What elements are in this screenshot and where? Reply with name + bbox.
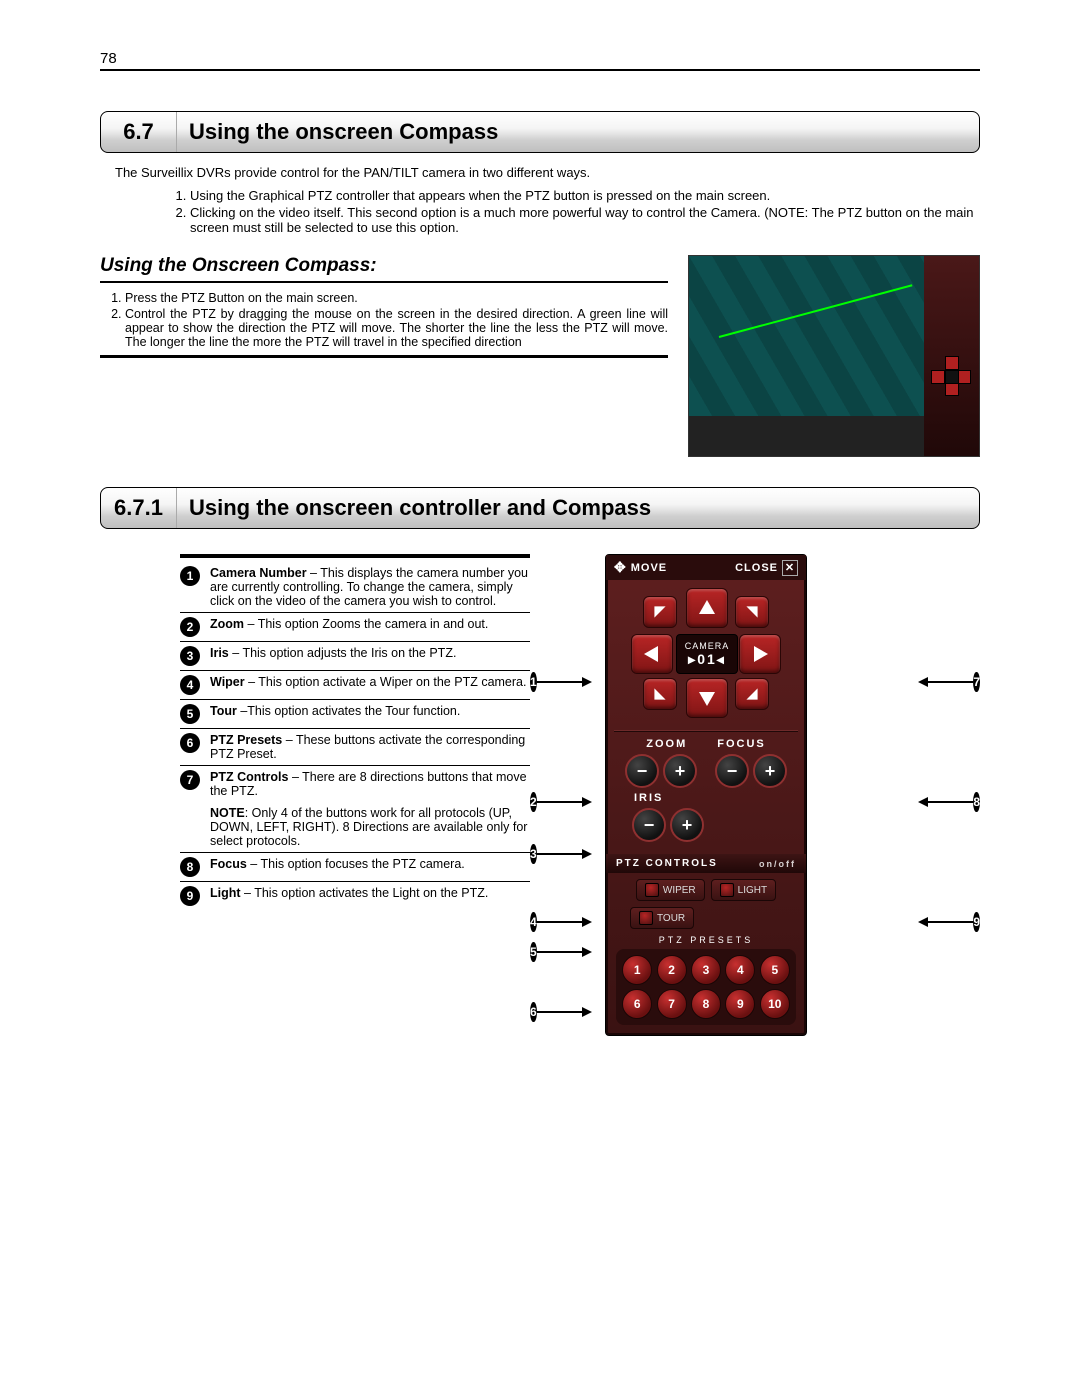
preset-button[interactable]: 4 — [725, 955, 755, 985]
dir-down-right-button[interactable] — [735, 678, 769, 710]
callout-badge: 6 — [530, 1002, 537, 1022]
section-title: Using the onscreen Compass — [176, 112, 498, 152]
compass-screenshot — [688, 255, 980, 457]
section-title: Using the onscreen controller and Compas… — [176, 488, 651, 528]
dir-up-button[interactable] — [686, 588, 728, 628]
preset-button[interactable]: 8 — [691, 989, 721, 1019]
light-button[interactable]: LIGHT — [711, 879, 776, 901]
preset-button[interactable]: 7 — [657, 989, 687, 1019]
wiper-button[interactable]: WIPER — [636, 879, 705, 901]
method-item: Clicking on the video itself. This secon… — [190, 205, 980, 235]
dir-up-left-button[interactable] — [643, 596, 677, 628]
badge-1: 1 — [180, 566, 200, 586]
camera-display[interactable]: CAMERA ▸01◂ — [676, 634, 738, 674]
callout-badge: 8 — [973, 792, 980, 812]
focus-out-button[interactable]: − — [715, 754, 749, 788]
preset-button[interactable]: 2 — [657, 955, 687, 985]
close-label: CLOSE — [735, 562, 778, 574]
preset-button[interactable]: 3 — [691, 955, 721, 985]
badge-3: 3 — [180, 646, 200, 666]
close-icon[interactable]: ✕ — [782, 560, 798, 576]
badge-6: 6 — [180, 733, 200, 753]
section-number: 6.7.1 — [101, 495, 176, 521]
callout-badge: 2 — [530, 792, 537, 812]
dir-down-button[interactable] — [686, 678, 728, 718]
preset-grid: 1 2 3 4 5 6 7 8 9 10 — [616, 949, 796, 1025]
move-label: MOVE — [631, 562, 667, 574]
camera-label: CAMERA — [685, 641, 730, 651]
iris-close-button[interactable]: − — [632, 808, 666, 842]
callout-badge: 4 — [530, 912, 537, 932]
zoom-label: ZOOM — [646, 738, 687, 750]
callout-badge: 7 — [973, 672, 980, 692]
annotation-table: 1 Camera Number – This displays the came… — [180, 554, 530, 910]
dir-down-left-button[interactable] — [643, 678, 677, 710]
move-icon[interactable]: ✥ — [614, 559, 627, 576]
camera-number-value: ▸01◂ — [688, 651, 726, 668]
focus-label: FOCUS — [717, 738, 766, 750]
preset-button[interactable]: 5 — [760, 955, 790, 985]
presets-label: PTZ PRESETS — [606, 935, 806, 945]
step-item: Control the PTZ by dragging the mouse on… — [125, 307, 668, 349]
section-header-6-7: 6.7 Using the onscreen Compass — [100, 111, 980, 153]
zoom-out-button[interactable]: − — [625, 754, 659, 788]
iris-label: IRIS — [634, 792, 663, 804]
zoom-in-button[interactable]: + — [663, 754, 697, 788]
badge-2: 2 — [180, 617, 200, 637]
preset-button[interactable]: 6 — [622, 989, 652, 1019]
dir-up-right-button[interactable] — [735, 596, 769, 628]
steps-list: Press the PTZ Button on the main screen.… — [100, 291, 668, 349]
method-item: Using the Graphical PTZ controller that … — [190, 188, 980, 203]
iris-open-button[interactable]: + — [670, 808, 704, 842]
section-header-6-7-1: 6.7.1 Using the onscreen controller and … — [100, 487, 980, 529]
dir-left-button[interactable] — [631, 634, 673, 674]
badge-5: 5 — [180, 704, 200, 724]
intro-text: The Surveillix DVRs provide control for … — [115, 165, 980, 180]
ptz-controller-panel: ✥ MOVE CLOSE ✕ CAMERA — [605, 554, 807, 1036]
subhead: Using the Onscreen Compass: — [100, 255, 668, 283]
ptz-controls-bar[interactable]: PTZ CONTROLSon/off — [606, 854, 806, 873]
section-number: 6.7 — [101, 119, 176, 145]
page-number: 78 — [100, 50, 117, 67]
preset-button[interactable]: 10 — [760, 989, 790, 1019]
badge-4: 4 — [180, 675, 200, 695]
preset-button[interactable]: 9 — [725, 989, 755, 1019]
badge-9: 9 — [180, 886, 200, 906]
methods-list: Using the Graphical PTZ controller that … — [190, 188, 980, 235]
focus-in-button[interactable]: + — [753, 754, 787, 788]
callout-badge: 1 — [530, 672, 537, 692]
callout-badge: 5 — [530, 942, 537, 962]
badge-7: 7 — [180, 770, 200, 790]
dir-right-button[interactable] — [739, 634, 781, 674]
direction-pad: CAMERA ▸01◂ — [631, 588, 781, 718]
badge-8: 8 — [180, 857, 200, 877]
callout-badge: 9 — [973, 912, 980, 932]
callout-badge: 3 — [530, 844, 537, 864]
preset-button[interactable]: 1 — [622, 955, 652, 985]
step-item: Press the PTZ Button on the main screen. — [125, 291, 668, 305]
tour-button[interactable]: TOUR — [630, 907, 694, 929]
